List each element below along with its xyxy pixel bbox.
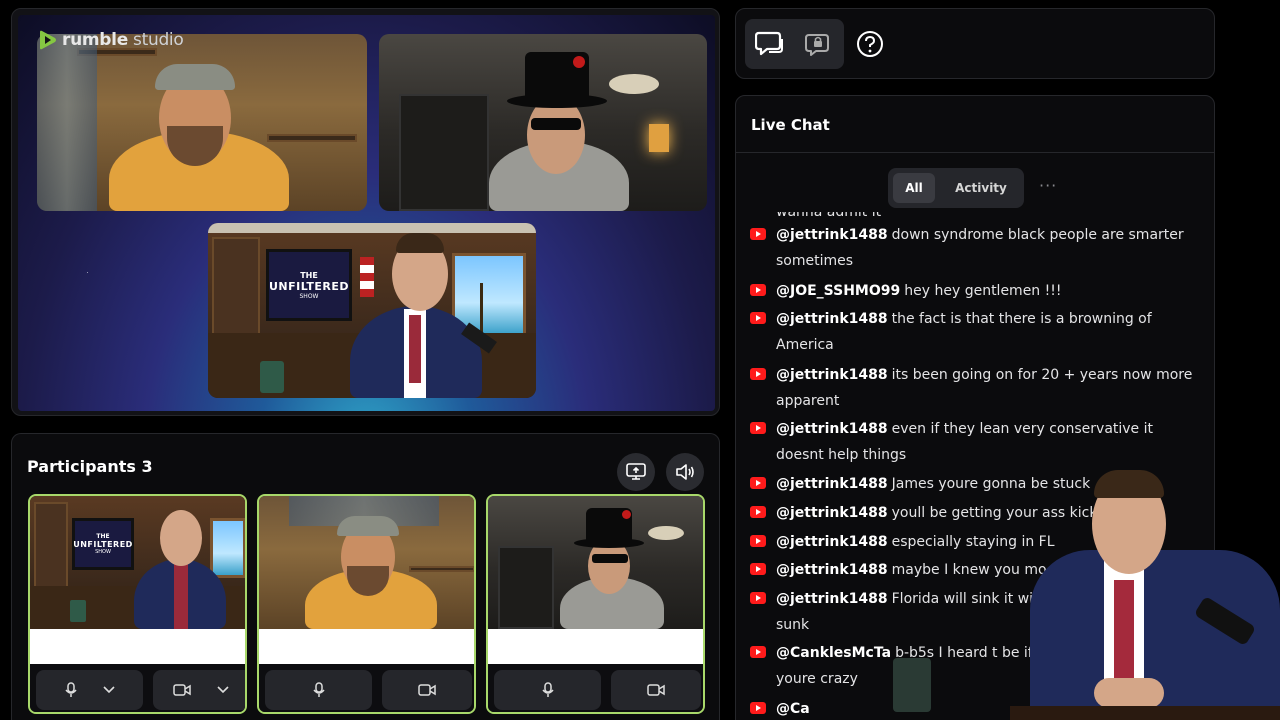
youtube-icon xyxy=(750,702,766,714)
participants-heading: Participants 3 xyxy=(27,457,153,476)
chevron-down-icon[interactable] xyxy=(217,686,229,694)
chat-title: Live Chat xyxy=(751,116,830,134)
video-camera-icon xyxy=(173,684,191,696)
lock-chat-icon xyxy=(805,34,829,56)
stage-tv: THE UNFILTERED SHOW xyxy=(266,249,352,321)
participants-title: Participants xyxy=(27,457,136,476)
chat-username[interactable]: @jettrink1488 xyxy=(776,591,888,607)
youtube-icon xyxy=(750,284,766,296)
youtube-icon xyxy=(750,535,766,547)
chat-username[interactable]: @Ca xyxy=(776,701,810,717)
rumble-play-icon xyxy=(40,30,56,50)
stage-canvas: rumble studio THE UNFILTERED SHOW xyxy=(18,15,715,411)
video-camera-icon xyxy=(418,684,436,696)
help-icon xyxy=(857,31,883,57)
mug xyxy=(893,658,931,712)
camera-button[interactable] xyxy=(153,670,245,710)
youtube-icon xyxy=(750,228,766,240)
microphone-icon xyxy=(64,682,77,697)
participant-card[interactable] xyxy=(257,494,476,714)
youtube-icon xyxy=(750,422,766,434)
tv-line-1: THE xyxy=(300,270,318,280)
stage-panel: rumble studio THE UNFILTERED SHOW xyxy=(11,8,720,416)
stage-video-main-host: THE UNFILTERED SHOW xyxy=(208,223,536,398)
brand-name-light: studio xyxy=(127,30,184,50)
participant-video xyxy=(488,496,703,629)
right-toolbar xyxy=(735,8,1215,79)
participants-panel: Participants 3 THE UNFILTERED SHOW xyxy=(11,433,720,720)
chat-bubble-icon xyxy=(755,31,783,56)
chat-username[interactable]: @jettrink1488 xyxy=(776,421,888,437)
chat-message: @jettrink1488 even if they lean very cons… xyxy=(750,416,1205,468)
chat-text: hey hey gentlemen !!! xyxy=(904,283,1062,299)
chat-message: @jettrink1488 the fact is that there is a… xyxy=(750,306,1205,358)
mic-button[interactable] xyxy=(36,670,143,710)
audio-button[interactable] xyxy=(666,453,704,491)
tv-line-2: UNFILTERED xyxy=(268,279,350,293)
chat-username[interactable]: @jettrink1488 xyxy=(776,476,888,492)
youtube-icon xyxy=(750,312,766,324)
chat-filter-tabs: All Activity xyxy=(888,168,1024,208)
chat-divider xyxy=(736,152,1214,153)
tv-line-3: SHOW xyxy=(299,292,319,300)
participant-card[interactable]: THE UNFILTERED SHOW xyxy=(28,494,247,714)
tool-group xyxy=(745,19,844,69)
chat-username[interactable]: @jettrink1488 xyxy=(776,505,888,521)
participants-count: 3 xyxy=(141,457,153,476)
microphone-icon xyxy=(541,682,554,697)
chat-message: @jettrink1488 Florida will sink it will s… xyxy=(750,586,1050,638)
host-camera-overlay xyxy=(1010,470,1280,720)
share-screen-button[interactable] xyxy=(617,453,655,491)
chat-message: @JOE_SSHMO99 hey hey gentlemen !!! xyxy=(750,278,1205,304)
participant-controls xyxy=(30,664,245,712)
chat-tab-button[interactable] xyxy=(754,28,786,60)
youtube-icon xyxy=(750,563,766,575)
participant-tv-line-3: SHOW xyxy=(95,549,111,555)
participant-tv-line-2: UNFILTERED xyxy=(73,540,133,549)
youtube-icon xyxy=(750,368,766,380)
brand-logo: rumble studio xyxy=(38,29,184,51)
youtube-icon xyxy=(750,506,766,518)
chat-username[interactable]: @jettrink1488 xyxy=(776,227,888,243)
participant-tv: THE UNFILTERED SHOW xyxy=(72,518,134,570)
participant-name-bar xyxy=(30,629,245,664)
microphone-icon xyxy=(312,682,325,697)
chevron-down-icon[interactable] xyxy=(102,686,115,694)
participant-name-bar xyxy=(259,629,474,664)
private-chat-button[interactable] xyxy=(803,28,835,60)
camera-button[interactable] xyxy=(382,670,472,710)
participant-name-bar xyxy=(488,629,703,664)
more-options-icon[interactable]: ··· xyxy=(1039,176,1057,195)
help-button[interactable] xyxy=(854,28,886,60)
chat-username[interactable]: @JOE_SSHMO99 xyxy=(776,283,900,299)
chat-username[interactable]: @jettrink1488 xyxy=(776,311,888,327)
participant-tv-line-1: THE xyxy=(96,533,110,540)
chat-username[interactable]: @jettrink1488 xyxy=(776,562,888,578)
tab-all[interactable]: All xyxy=(893,173,935,203)
chat-username[interactable]: @jettrink1488 xyxy=(776,534,888,550)
mic-button[interactable] xyxy=(265,670,372,710)
mic-button[interactable] xyxy=(494,670,601,710)
participant-video: THE UNFILTERED SHOW xyxy=(30,496,245,629)
tab-activity[interactable]: Activity xyxy=(943,173,1019,203)
chat-username[interactable]: @CanklesMcTa xyxy=(776,645,891,661)
youtube-icon xyxy=(750,592,766,604)
participant-controls xyxy=(488,664,703,712)
stage-video-host-1 xyxy=(37,34,367,211)
camera-button[interactable] xyxy=(611,670,701,710)
stage-video-host-2 xyxy=(379,34,707,211)
participant-card[interactable] xyxy=(486,494,705,714)
brand-name-bold: rumble xyxy=(62,30,128,50)
youtube-icon xyxy=(750,646,766,658)
youtube-icon xyxy=(750,477,766,489)
participant-controls xyxy=(259,664,474,712)
screen-share-icon xyxy=(626,463,646,480)
chat-username[interactable]: @jettrink1488 xyxy=(776,367,888,383)
chat-message: @jettrink1488 down syndrome black people … xyxy=(750,222,1205,274)
video-camera-icon xyxy=(647,684,665,696)
participant-video xyxy=(259,496,474,629)
chat-message: @jettrink1488 its been going on for 20 + … xyxy=(750,362,1205,414)
speaker-icon xyxy=(676,464,694,480)
chat-message-partial: wanna admit it xyxy=(776,212,882,220)
